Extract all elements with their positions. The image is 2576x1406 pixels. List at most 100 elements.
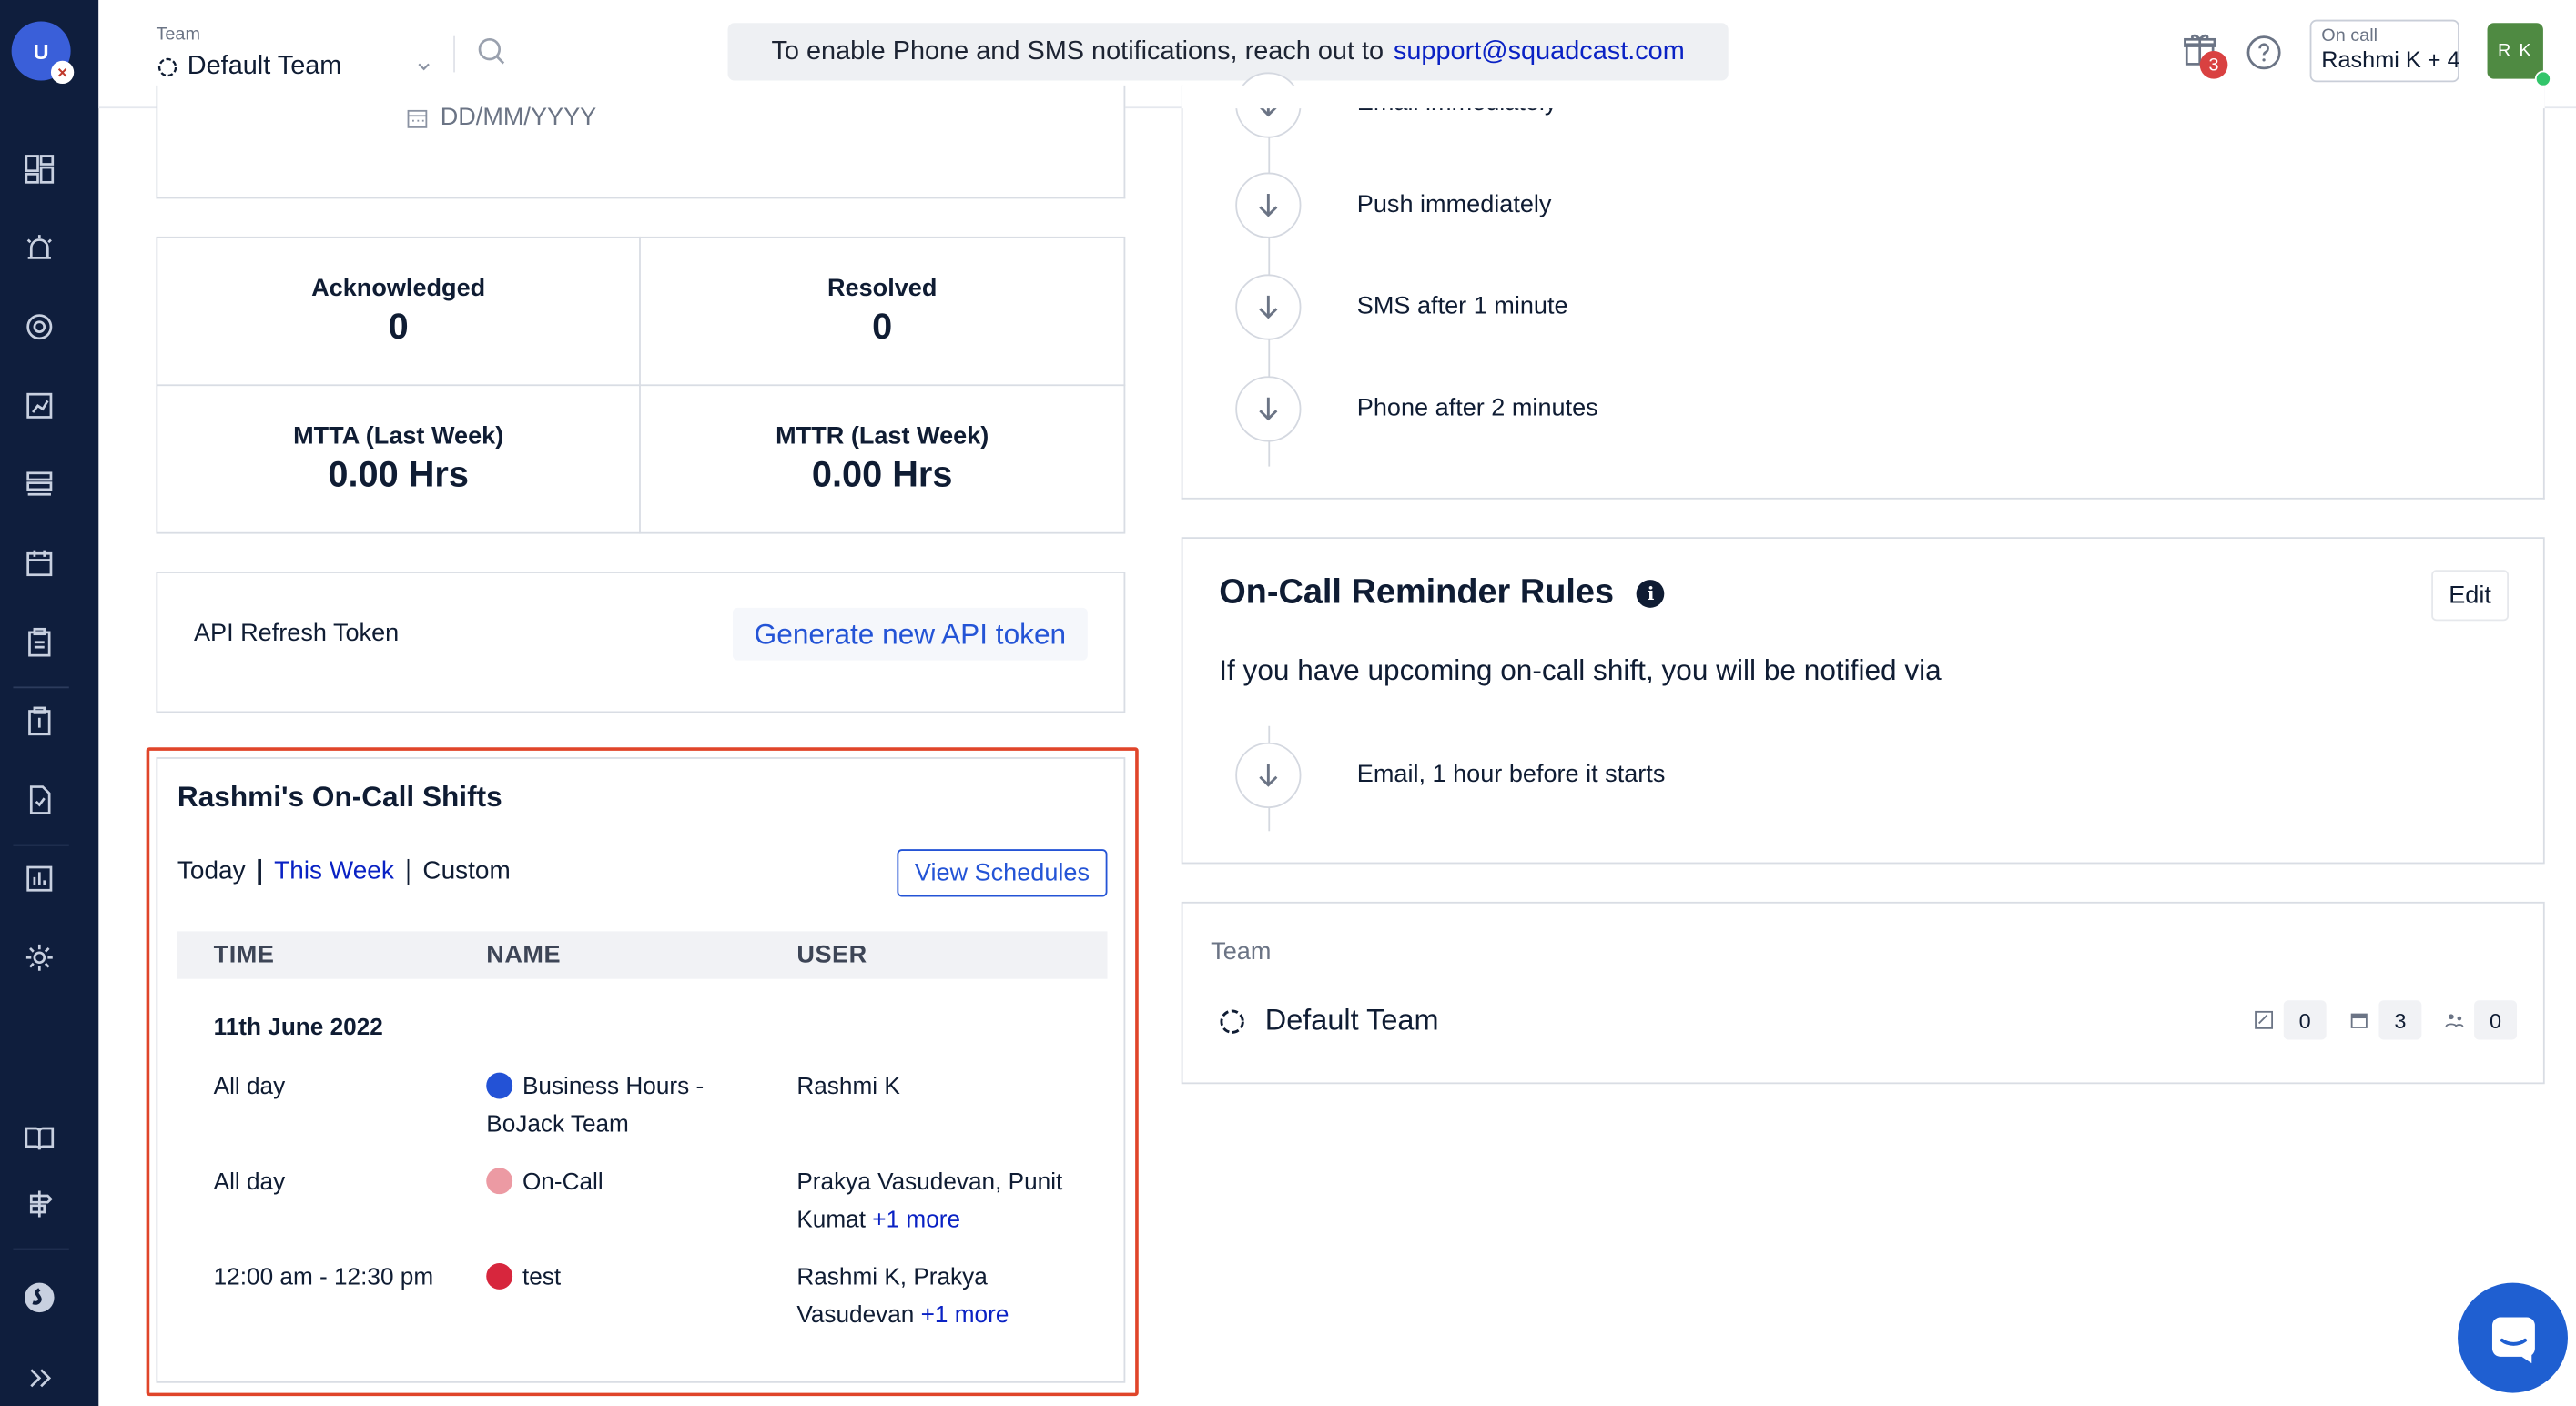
squads-count: 0	[2474, 1000, 2518, 1040]
docs-book-icon[interactable]	[21, 1120, 57, 1157]
step-arrow-icon	[1235, 172, 1302, 238]
squad-icon	[2445, 1014, 2464, 1027]
team-selector-value: Default Team	[187, 52, 342, 81]
edit-button[interactable]: Edit	[2431, 570, 2510, 622]
banner-text: To enable Phone and SMS notifications, r…	[771, 36, 1384, 66]
step-sms: SMS after 1 minute	[1356, 292, 1568, 320]
row3-time: 12:00 am - 12:30 pm	[213, 1264, 434, 1291]
col-time: TIME	[213, 941, 275, 969]
analytics-icon[interactable]	[21, 388, 57, 424]
row2-name-text: On-Call	[522, 1169, 603, 1196]
date-field[interactable]: DD/MM/YYYY	[406, 103, 597, 132]
row3-name: test	[486, 1259, 749, 1298]
service-icon	[2255, 1010, 2274, 1029]
clipboard-icon[interactable]	[21, 624, 57, 661]
step-phone: Phone after 2 minutes	[1356, 394, 1598, 422]
step-arrow-icon	[1235, 742, 1302, 809]
support-email-link[interactable]: support@squadcast.com	[1394, 37, 1685, 66]
status-mini-icon: ✕	[50, 60, 75, 85]
filter-today[interactable]: Today	[177, 857, 246, 886]
step-arrow-icon	[1235, 376, 1302, 442]
runbook-icon[interactable]	[21, 703, 57, 740]
row1-name: Business Hours - BoJack Team	[486, 1069, 749, 1145]
api-token-label: API Refresh Token	[193, 619, 400, 648]
chat-icon	[2491, 1316, 2534, 1363]
postmortem-icon[interactable]	[21, 782, 57, 818]
avatar-initial: U	[33, 38, 49, 64]
filter-this-week[interactable]: This Week	[274, 857, 394, 886]
row2-user: Prakya Vasudevan, Punit Kumat +1 more	[796, 1165, 1092, 1240]
settings-gear-icon[interactable]	[21, 939, 57, 976]
team-card-label: Team	[1211, 937, 1272, 966]
team-icon	[1220, 1008, 1244, 1033]
team-counts: 0 3 0	[2254, 1000, 2518, 1040]
shift-date: 11th June 2022	[213, 1015, 383, 1042]
calendar-icon	[407, 109, 428, 127]
reminder-description: If you have upcoming on-call shift, you …	[1219, 653, 1942, 687]
user-initials: R K	[2497, 41, 2533, 61]
row2-name: On-Call	[486, 1165, 749, 1203]
signpost-icon[interactable]	[21, 1186, 57, 1222]
oncall-indicator[interactable]: On call Rashmi K + 4	[2309, 19, 2460, 83]
user-avatar-rk[interactable]: R K	[2487, 23, 2543, 79]
user-avatar[interactable]: U ✕	[11, 21, 75, 85]
row1-name-text: Business Hours - BoJack Team	[486, 1074, 705, 1138]
expand-chevrons-icon[interactable]	[21, 1360, 57, 1396]
services-target-icon[interactable]	[21, 309, 57, 345]
gift-button[interactable]: 3	[2182, 31, 2228, 79]
row3-name-text: test	[522, 1264, 562, 1291]
chat-launcher-button[interactable]	[2458, 1282, 2568, 1393]
team-row[interactable]: Default Team	[1217, 1003, 1439, 1038]
schedule-icon	[2350, 1013, 2368, 1028]
resolved-value: 0	[872, 305, 893, 347]
schedule-color-dot	[486, 1072, 513, 1099]
resolved-label: Resolved	[827, 274, 938, 303]
step-arrow-icon	[1235, 274, 1302, 340]
dashboard-icon[interactable]	[21, 151, 57, 187]
nav-divider	[13, 1248, 69, 1250]
layers-icon[interactable]	[21, 467, 57, 503]
header-divider	[453, 35, 455, 73]
date-range-card	[156, 85, 1126, 199]
info-icon[interactable]: i	[1637, 579, 1666, 607]
team-selector[interactable]: Default Team	[156, 49, 431, 86]
row1-user: Rashmi K	[796, 1074, 900, 1101]
help-icon[interactable]	[2246, 35, 2282, 79]
reminder-title: On-Call Reminder Rules	[1219, 572, 1615, 612]
filter-separator	[259, 858, 261, 885]
incidents-alarm-icon[interactable]	[21, 230, 57, 267]
row2-more-link[interactable]: +1 more	[872, 1208, 960, 1234]
row3-user: Rashmi K, Prakya Vasudevan +1 more	[796, 1259, 1076, 1335]
search-icon[interactable]	[476, 36, 505, 75]
nav-divider	[13, 844, 69, 846]
acknowledged-label: Acknowledged	[311, 274, 486, 303]
team-name: Default Team	[1264, 1003, 1439, 1037]
team-label: Team	[156, 25, 201, 45]
schedules-calendar-icon[interactable]	[21, 545, 57, 582]
row3-more-link[interactable]: +1 more	[921, 1302, 1009, 1329]
generate-api-token-button[interactable]: Generate new API token	[732, 607, 1088, 661]
view-schedules-button[interactable]: View Schedules	[897, 849, 1108, 897]
team-card	[1181, 901, 2545, 1085]
reports-icon[interactable]	[21, 861, 57, 897]
notification-banner: To enable Phone and SMS notifications, r…	[727, 23, 1729, 81]
schedules-count: 3	[2378, 1000, 2422, 1040]
squadcast-logo-icon[interactable]	[21, 1280, 57, 1316]
team-icon	[157, 57, 177, 77]
oncall-label: On call	[2321, 25, 2378, 46]
col-name: NAME	[486, 941, 562, 969]
filter-custom[interactable]: Custom	[422, 857, 510, 886]
stats-divider-h	[156, 384, 1126, 387]
chevron-down-icon	[418, 63, 430, 71]
date-placeholder: DD/MM/YYYY	[440, 103, 597, 132]
mtta-label: MTTA (Last Week)	[293, 421, 504, 450]
col-user: USER	[796, 941, 867, 969]
mttr-label: MTTR (Last Week)	[776, 421, 989, 450]
reminder-step: Email, 1 hour before it starts	[1356, 760, 1666, 789]
row1-time: All day	[213, 1074, 286, 1101]
reminder-title-row: On-Call Reminder Rules i	[1219, 572, 1666, 612]
nav-divider	[13, 686, 69, 689]
schedule-color-dot	[486, 1262, 513, 1290]
step-push: Push immediately	[1356, 190, 1552, 219]
acknowledged-value: 0	[388, 305, 409, 347]
